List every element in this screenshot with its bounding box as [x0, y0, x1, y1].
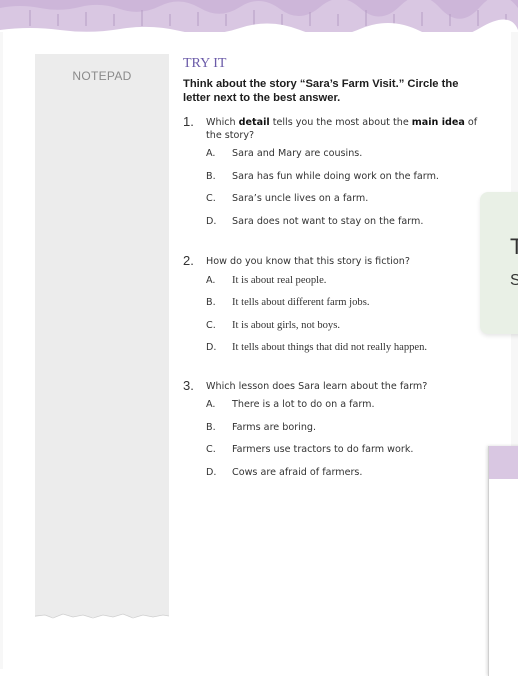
answer-option[interactable]: C. Sara’s uncle lives on a farm. — [206, 193, 483, 216]
question-1: 1. Which detail tells you the most about… — [183, 114, 483, 238]
option-letter: B. — [206, 297, 216, 308]
option-letter: D. — [206, 215, 217, 227]
question-3: 3. Which lesson does Sara learn about th… — [183, 377, 483, 490]
question-text: Which lesson does Sara learn about the f… — [206, 380, 428, 392]
question-text: Which detail tells you the most about th… — [206, 117, 478, 141]
notepad-torn-edge — [35, 603, 169, 624]
answer-option[interactable]: B. It tells about different farm jobs. — [206, 297, 483, 320]
answer-option[interactable]: D. Cows are afraid of farmers. — [206, 467, 483, 490]
answer-option[interactable]: B. Sara has fun while doing work on the f… — [206, 171, 483, 194]
answer-option[interactable]: D. Sara does not want to stay on the farm… — [206, 216, 483, 239]
answer-options: A. There is a lot to do on a farm. B. Farm… — [206, 399, 483, 489]
option-text: It is about girls, not boys. — [232, 319, 340, 331]
option-letter: B. — [206, 421, 216, 433]
option-letter: A. — [206, 399, 216, 410]
ruler-decoration — [0, 0, 518, 32]
answer-option[interactable]: C. Farmers use tractors to do farm work. — [206, 444, 483, 467]
answer-option[interactable]: D. It tells about things that did not rea… — [206, 342, 483, 365]
notepad-label: NOTEPAD — [72, 69, 132, 83]
section-heading: TRY IT — [183, 56, 227, 71]
option-letter: C. — [206, 444, 216, 455]
option-text: Sara does not want to stay on the farm. — [232, 215, 424, 227]
next-page-thumbnail[interactable] — [488, 446, 518, 676]
option-letter: D. — [206, 342, 217, 353]
option-text: Sara has fun while doing work on the far… — [232, 170, 439, 182]
answer-option[interactable]: A. Sara and Mary are cousins. — [206, 148, 483, 171]
option-text: It tells about things that did not reall… — [232, 342, 428, 353]
question-number: 3. — [183, 377, 194, 393]
thumbnail-ruler — [489, 446, 518, 479]
question-number: 1. — [183, 114, 194, 129]
option-letter: C. — [206, 193, 216, 204]
option-letter: C. — [206, 319, 216, 331]
option-text: Farmers use tractors to do farm work. — [232, 444, 414, 455]
popup-text: S — [510, 272, 518, 289]
question-text: How do you know that this story is ficti… — [206, 256, 410, 267]
notepad-panel[interactable]: NOTEPAD — [35, 54, 169, 617]
try-it-section: TRY IT Think about the story “Sara’s Far… — [183, 56, 483, 489]
answer-option[interactable]: A. It is about real people. — [206, 275, 483, 298]
option-text: Cows are afraid of farmers. — [232, 466, 363, 478]
answer-options: A. It is about real people. B. It tells ab… — [206, 275, 483, 365]
option-letter: A. — [206, 274, 216, 286]
popup-text: T — [510, 234, 518, 259]
option-text: Farms are boring. — [232, 421, 317, 433]
option-letter: D. — [206, 466, 217, 478]
option-letter: A. — [206, 148, 216, 159]
question-number: 2. — [183, 253, 194, 268]
question-2: 2. How do you know that this story is fi… — [183, 253, 483, 365]
instructions: Think about the story “Sara’s Farm Visit… — [183, 78, 459, 104]
option-text: Sara and Mary are cousins. — [232, 148, 363, 159]
answer-option[interactable]: C. It is about girls, not boys. — [206, 320, 483, 343]
ruler-ticks — [0, 0, 518, 32]
option-text: Sara’s uncle lives on a farm. — [232, 193, 369, 204]
side-popup-card[interactable]: T S — [480, 192, 518, 334]
option-text: It tells about different farm jobs. — [232, 297, 370, 308]
answer-option[interactable]: A. There is a lot to do on a farm. — [206, 399, 483, 422]
option-text: There is a lot to do on a farm. — [232, 399, 375, 410]
option-letter: B. — [206, 170, 216, 182]
answer-option[interactable]: B. Farms are boring. — [206, 422, 483, 445]
answer-options: A. Sara and Mary are cousins. B. Sara has … — [206, 148, 483, 238]
option-text: It is about real people. — [232, 274, 327, 286]
